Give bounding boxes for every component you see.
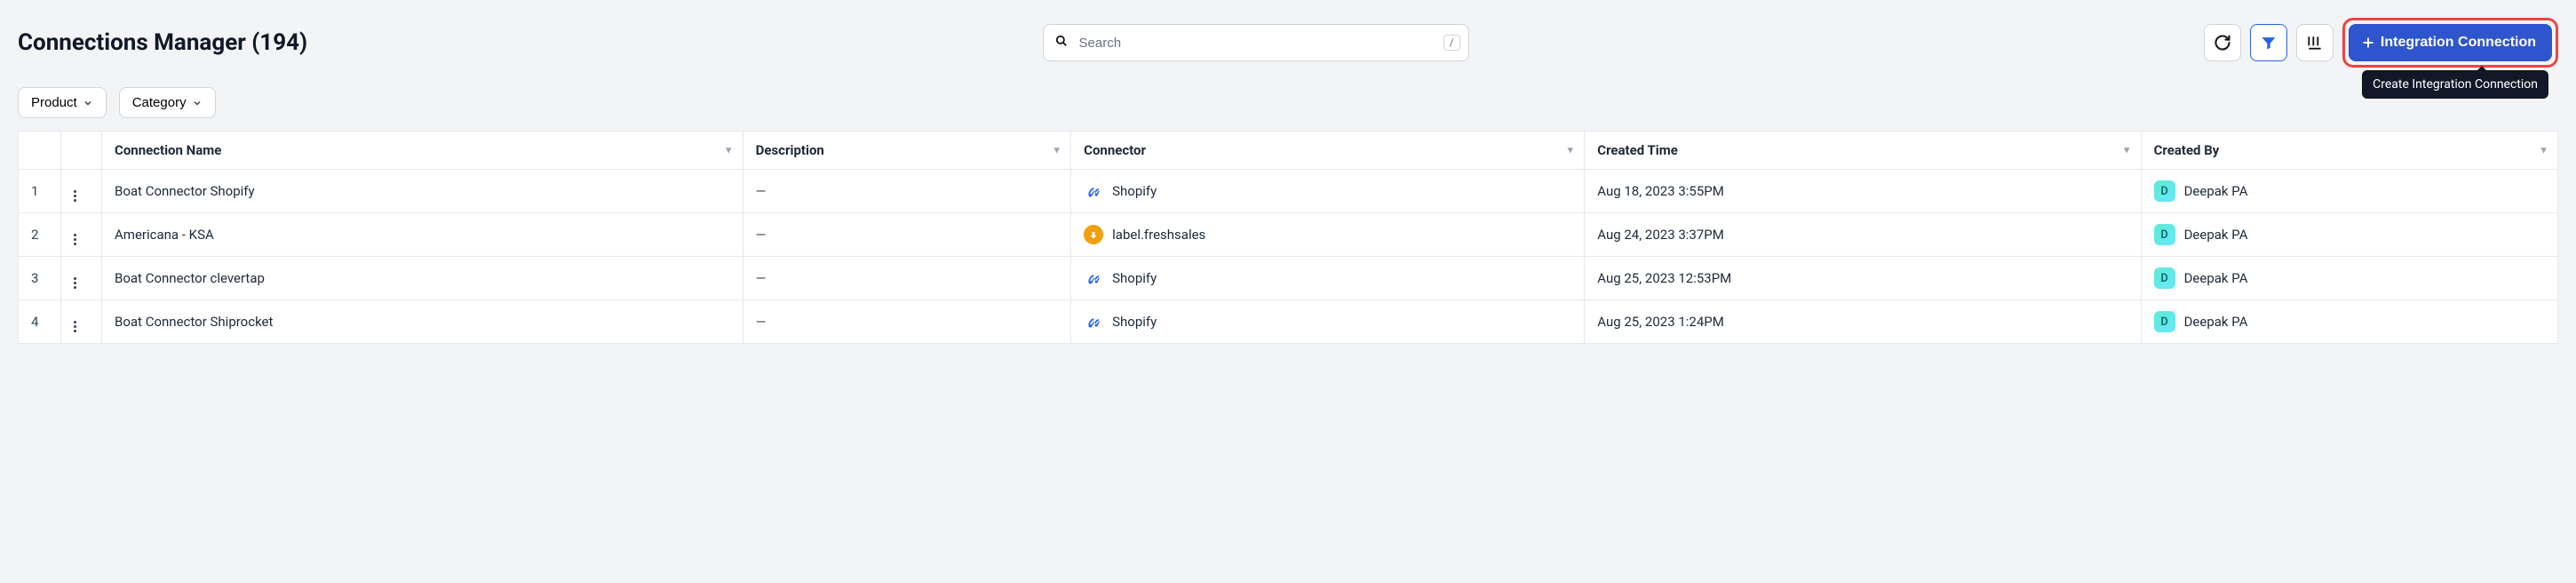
product-filter-label: Product [31, 95, 77, 110]
avatar: D [2154, 180, 2175, 202]
search-icon [1055, 35, 1068, 51]
freshsales-icon [1084, 225, 1103, 244]
cell-description: — [743, 300, 1071, 344]
cell-created-by: DDeepak PA [2141, 300, 2557, 344]
row-number: 3 [19, 257, 61, 300]
col-created-by-label: Created By [2154, 142, 2220, 158]
row-menu[interactable] [61, 213, 102, 257]
row-number: 1 [19, 170, 61, 213]
row-menu[interactable] [61, 300, 102, 344]
category-filter-label: Category [132, 95, 187, 110]
col-connector-header[interactable]: Connector ▼ [1071, 132, 1585, 170]
columns-icon [2306, 34, 2324, 52]
refresh-button[interactable] [2204, 24, 2241, 61]
sort-icon: ▼ [724, 145, 734, 156]
col-num-header [19, 132, 61, 170]
product-filter[interactable]: Product [18, 87, 107, 118]
chevron-down-icon [192, 98, 203, 108]
cell-connector: Shopify [1071, 170, 1585, 213]
chevron-down-icon [83, 98, 93, 108]
cell-description: — [743, 257, 1071, 300]
cell-created-by: DDeepak PA [2141, 257, 2557, 300]
kebab-icon [74, 190, 76, 202]
refresh-icon [2214, 34, 2231, 52]
table-header-row: Connection Name ▼ Description ▼ Connecto… [19, 132, 2558, 170]
col-description-label: Description [756, 142, 824, 158]
cell-name: Boat Connector Shopify [102, 170, 743, 213]
table-row: 4 Boat Connector Shiprocket—ShopifyAug 25… [19, 300, 2558, 344]
cell-created-time: Aug 24, 2023 3:37PM [1585, 213, 2141, 257]
col-connector-label: Connector [1084, 142, 1146, 158]
cta-highlight: Integration Connection Create Integratio… [2342, 18, 2558, 68]
row-number: 4 [19, 300, 61, 344]
category-filter[interactable]: Category [119, 87, 216, 118]
columns-button[interactable] [2296, 24, 2334, 61]
col-created-time-header[interactable]: Created Time ▼ [1585, 132, 2141, 170]
cell-name: Boat Connector clevertap [102, 257, 743, 300]
filter-chips: Product Category [18, 87, 2558, 118]
cell-name: Americana - KSA [102, 213, 743, 257]
cta-tooltip: Create Integration Connection [2362, 70, 2548, 99]
shopify-icon [1084, 312, 1103, 331]
cell-connector: label.freshsales [1071, 213, 1585, 257]
cell-created-by: DDeepak PA [2141, 170, 2557, 213]
avatar: D [2154, 268, 2175, 289]
connections-table: Connection Name ▼ Description ▼ Connecto… [18, 131, 2558, 344]
search-input[interactable] [1043, 24, 1469, 61]
search-shortcut: / [1443, 35, 1460, 51]
sort-icon: ▼ [2539, 145, 2548, 156]
toolbar-actions: Integration Connection Create Integratio… [2204, 18, 2558, 68]
kebab-icon [74, 234, 76, 245]
cell-created-time: Aug 25, 2023 12:53PM [1585, 257, 2141, 300]
avatar: D [2154, 224, 2175, 245]
add-connection-button[interactable]: Integration Connection [2349, 24, 2552, 61]
shopify-icon [1084, 181, 1103, 201]
row-menu[interactable] [61, 257, 102, 300]
col-menu-header [61, 132, 102, 170]
cell-name: Boat Connector Shiprocket [102, 300, 743, 344]
col-created-time-label: Created Time [1597, 142, 1678, 158]
kebab-icon [74, 277, 76, 289]
row-number: 2 [19, 213, 61, 257]
col-name-header[interactable]: Connection Name ▼ [102, 132, 743, 170]
cta-label: Integration Connection [2381, 35, 2536, 51]
table-row: 1 Boat Connector Shopify—ShopifyAug 18, 2… [19, 170, 2558, 213]
toolbar: Connections Manager (194) / Integration … [18, 18, 2558, 68]
cell-description: — [743, 213, 1071, 257]
plus-icon [2361, 36, 2375, 50]
col-description-header[interactable]: Description ▼ [743, 132, 1071, 170]
filter-icon [2260, 34, 2278, 52]
page-title: Connections Manager (194) [18, 29, 307, 56]
search-container: / [1043, 24, 1469, 61]
shopify-icon [1084, 268, 1103, 288]
sort-icon: ▼ [1052, 145, 1061, 156]
table-row: 2 Americana - KSA—label.freshsalesAug 24,… [19, 213, 2558, 257]
filter-button[interactable] [2250, 24, 2287, 61]
kebab-icon [74, 321, 76, 332]
sort-icon: ▼ [2122, 145, 2132, 156]
cell-description: — [743, 170, 1071, 213]
row-menu[interactable] [61, 170, 102, 213]
cell-created-time: Aug 25, 2023 1:24PM [1585, 300, 2141, 344]
cell-connector: Shopify [1071, 257, 1585, 300]
avatar: D [2154, 311, 2175, 332]
col-created-by-header[interactable]: Created By ▼ [2141, 132, 2557, 170]
cell-connector: Shopify [1071, 300, 1585, 344]
cell-created-by: DDeepak PA [2141, 213, 2557, 257]
cell-created-time: Aug 18, 2023 3:55PM [1585, 170, 2141, 213]
table-row: 3 Boat Connector clevertap—ShopifyAug 25,… [19, 257, 2558, 300]
col-name-label: Connection Name [115, 142, 221, 158]
sort-icon: ▼ [1565, 145, 1575, 156]
